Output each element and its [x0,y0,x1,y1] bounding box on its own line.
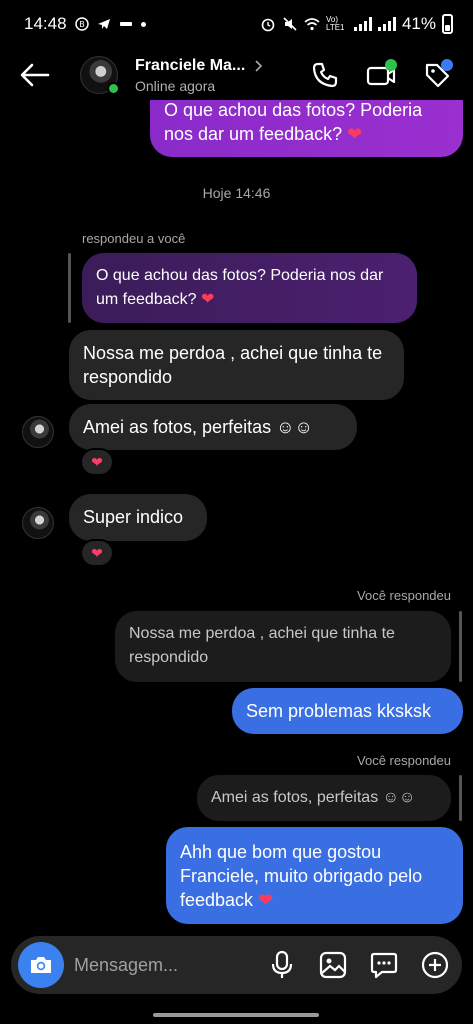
sticker-button[interactable] [367,948,401,982]
heart-emoji: ❤ [200,291,215,308]
quoted-message[interactable]: O que achou das fotos? Poderia nos dar u… [82,253,417,323]
heart-emoji: ❤ [258,890,274,910]
date-divider: Hoje 14:46 [202,185,271,201]
voice-call-button[interactable] [307,57,343,93]
message-text: Amei as fotos, perfeitas ☺☺ [83,417,313,437]
contact-name-row: Franciele Ma... [135,57,263,75]
message-list[interactable]: O que achou das fotos? Poderia nos dar u… [0,0,473,935]
incoming-message[interactable]: Nossa me perdoa , achei que tinha te res… [69,330,404,400]
reply-label: respondeu a você [82,231,186,246]
contact-name: Franciele Ma... [135,56,246,74]
heart-reaction[interactable]: ❤ [80,539,114,567]
video-active-badge [385,59,397,71]
quoted-text: O que achou das fotos? Poderia nos dar u… [96,267,384,308]
quote-bar [68,253,71,323]
tag-button[interactable] [419,57,455,93]
quoted-message[interactable]: Amei as fotos, perfeitas ☺☺ [197,775,451,821]
chevron-right-icon [255,59,263,72]
quoted-message[interactable]: Nossa me perdoa , achei que tinha te res… [115,611,451,682]
mic-icon [271,950,293,978]
you-replied-label: Você respondeu [357,753,451,768]
back-button[interactable] [0,50,70,100]
sticker-icon [370,952,398,979]
message-text: Nossa me perdoa , achei que tinha te res… [83,343,383,387]
voice-message-button[interactable] [265,948,299,982]
composer-actions [265,948,452,982]
chat-header: Franciele Ma... Online agora [0,50,473,100]
outgoing-message[interactable]: Sem problemas kksksk [232,688,463,734]
you-replied-label: Você respondeu [357,588,451,603]
presence-status: Online agora [135,77,216,94]
message-text: Ahh que bom que gostou Franciele, muito … [180,842,423,910]
heart-icon: ❤ [91,453,103,470]
quoted-text: Nossa me perdoa , achei que tinha te res… [129,625,395,666]
quote-bar [459,611,462,682]
header-avatar[interactable] [80,56,120,95]
plus-icon [421,951,449,979]
header-actions [307,57,473,93]
contact-avatar[interactable] [22,507,54,539]
gallery-button[interactable] [316,948,350,982]
heart-reaction[interactable]: ❤ [80,448,114,476]
more-options-button[interactable] [418,948,452,982]
quote-bar [459,775,462,821]
tag-badge [441,59,453,71]
message-text: Sem problemas kksksk [246,701,432,721]
home-indicator[interactable] [153,1013,319,1017]
back-arrow-icon [20,63,50,87]
incoming-message[interactable]: Super indico [69,494,207,541]
message-composer [11,936,462,994]
message-text: Super indico [83,507,184,527]
message-input[interactable] [74,954,244,976]
gallery-icon [319,951,347,979]
message-text: O que achou das fotos? Poderia nos dar u… [164,100,423,144]
video-call-button[interactable] [363,57,399,93]
quoted-text: Amei as fotos, perfeitas ☺☺ [211,789,416,806]
camera-button[interactable] [18,942,64,988]
online-indicator [107,82,120,95]
phone-icon [312,62,338,88]
heart-emoji: ❤ [347,124,363,144]
contact-info[interactable]: Franciele Ma... Online agora [135,57,263,94]
incoming-message[interactable]: Amei as fotos, perfeitas ☺☺ [69,404,357,450]
camera-icon [31,957,51,973]
heart-icon: ❤ [91,544,103,561]
outgoing-message[interactable]: Ahh que bom que gostou Franciele, muito … [166,827,463,924]
contact-avatar[interactable] [22,416,54,448]
outgoing-message-top[interactable]: O que achou das fotos? Poderia nos dar u… [150,90,463,157]
